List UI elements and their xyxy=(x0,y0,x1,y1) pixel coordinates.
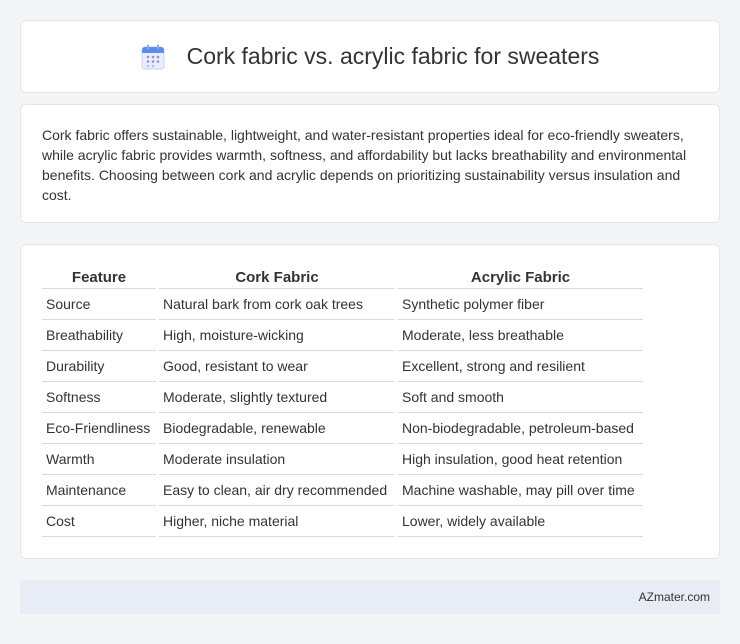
acrylic-cell: Lower, widely available xyxy=(398,506,643,537)
table-row: Eco-Friendliness Biodegradable, renewabl… xyxy=(42,413,643,444)
feature-cell: Maintenance xyxy=(42,475,156,506)
acrylic-cell: Machine washable, may pill over time xyxy=(398,475,643,506)
header-card: Cork fabric vs. acrylic fabric for sweat… xyxy=(20,20,720,93)
table-header-row: Feature Cork Fabric Acrylic Fabric xyxy=(42,267,643,289)
cork-cell: Moderate insulation xyxy=(159,444,395,475)
feature-cell: Source xyxy=(42,289,156,320)
page-title: Cork fabric vs. acrylic fabric for sweat… xyxy=(186,43,600,69)
table-row: Warmth Moderate insulation High insulati… xyxy=(42,444,643,475)
table-row: Breathability High, moisture-wicking Mod… xyxy=(42,320,643,351)
feature-cell: Breathability xyxy=(42,320,156,351)
comparison-table-card: Feature Cork Fabric Acrylic Fabric Sourc… xyxy=(20,244,720,559)
header: Cork fabric vs. acrylic fabric for sweat… xyxy=(141,43,600,70)
cork-cell: Higher, niche material xyxy=(159,506,395,537)
feature-cell: Softness xyxy=(42,382,156,413)
column-header-acrylic-fabric: Acrylic Fabric xyxy=(398,267,643,289)
feature-cell: Cost xyxy=(42,506,156,537)
column-header-feature: Feature xyxy=(42,267,156,289)
feature-cell: Durability xyxy=(42,351,156,382)
table-row: Maintenance Easy to clean, air dry recom… xyxy=(42,475,643,506)
cork-cell: Moderate, slightly textured xyxy=(159,382,395,413)
cork-cell: Good, resistant to wear xyxy=(159,351,395,382)
acrylic-cell: Soft and smooth xyxy=(398,382,643,413)
acrylic-cell: Excellent, strong and resilient xyxy=(398,351,643,382)
acrylic-cell: Synthetic polymer fiber xyxy=(398,289,643,320)
table-row: Softness Moderate, slightly textured Sof… xyxy=(42,382,643,413)
cork-cell: Easy to clean, air dry recommended xyxy=(159,475,395,506)
column-header-cork-fabric: Cork Fabric xyxy=(159,267,395,289)
table-row: Source Natural bark from cork oak trees … xyxy=(42,289,643,320)
feature-cell: Warmth xyxy=(42,444,156,475)
cork-cell: Biodegradable, renewable xyxy=(159,413,395,444)
intro-text: Cork fabric offers sustainable, lightwei… xyxy=(42,127,687,203)
cork-cell: Natural bark from cork oak trees xyxy=(159,289,395,320)
footer-brand: AZmater.com xyxy=(638,590,710,604)
intro-card: Cork fabric offers sustainable, lightwei… xyxy=(20,104,720,223)
acrylic-cell: Non-biodegradable, petroleum-based xyxy=(398,413,643,444)
feature-cell: Eco-Friendliness xyxy=(42,413,156,444)
footer: AZmater.com xyxy=(20,580,720,614)
acrylic-cell: High insulation, good heat retention xyxy=(398,444,643,475)
comparison-table: Feature Cork Fabric Acrylic Fabric Sourc… xyxy=(39,267,646,537)
cork-cell: High, moisture-wicking xyxy=(159,320,395,351)
acrylic-cell: Moderate, less breathable xyxy=(398,320,643,351)
table-row: Durability Good, resistant to wear Excel… xyxy=(42,351,643,382)
table-row: Cost Higher, niche material Lower, widel… xyxy=(42,506,643,537)
calendar-icon xyxy=(141,44,165,70)
